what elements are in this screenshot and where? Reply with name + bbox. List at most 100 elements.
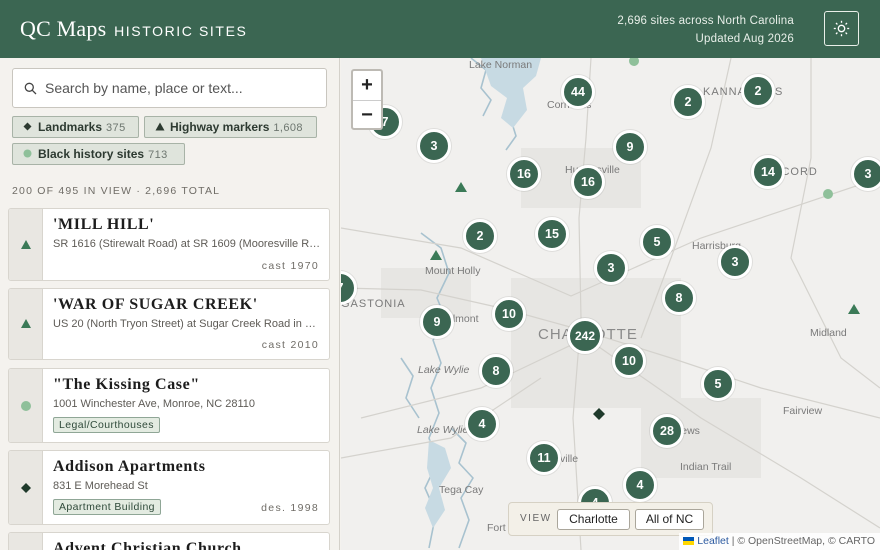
sun-icon [833,20,850,37]
map-cluster[interactable]: 2 [463,219,497,253]
leaflet-link[interactable]: Leaflet [697,535,729,547]
zoom-out-button[interactable]: − [353,100,381,129]
filter-label: Highway markers [170,120,270,134]
map-cluster[interactable]: 28 [650,414,684,448]
zoom-in-button[interactable]: + [353,71,381,100]
map-cluster[interactable]: 11 [527,441,561,475]
view-all-nc-button[interactable]: All of NC [635,509,704,530]
site-card[interactable]: 'WAR OF SUGAR CREEK' US 20 (North Tryon … [8,288,330,360]
search-box[interactable] [12,68,327,108]
site-date: des. 1998 [261,502,319,514]
site-stats: 2,696 sites across North Carolina Update… [617,12,794,48]
place-label: Mount Holly [425,265,481,277]
map-cluster[interactable]: 10 [612,344,646,378]
filter-label: Landmarks [38,120,103,134]
site-date: cast 2010 [261,339,319,351]
map-cluster[interactable]: 16 [507,157,541,191]
place-label: Lake Wylie [418,364,470,376]
map-cluster[interactable]: 10 [492,297,526,331]
map-cluster[interactable]: 3 [594,251,628,285]
map-cluster[interactable]: 9 [613,130,647,164]
site-address: US 20 (North Tryon Street) at Sugar Cree… [53,318,321,330]
map-cluster[interactable]: 2 [671,85,705,119]
logo-subtitle: HISTORIC SITES [114,23,248,39]
diamond-icon [21,482,31,493]
site-title: Advent Christian Church [53,540,242,550]
site-title: "The Kissing Case" [53,376,200,393]
circle-icon [21,400,31,411]
map-cluster[interactable]: 242 [567,318,603,354]
site-type-strip [9,533,43,550]
search-icon [24,82,37,95]
site-address: 1001 Winchester Ave, Monroe, NC 28110 [53,398,255,410]
site-card[interactable]: Advent Christian Church [8,532,330,550]
map-cluster[interactable]: 5 [640,225,674,259]
view-label: VIEW [520,513,552,524]
site-address: SR 1616 (Stirewalt Road) at SR 1609 (Moo… [53,238,321,250]
circle-icon [23,149,32,158]
map-cluster[interactable]: 2 [741,74,775,108]
site-count-text: 2,696 sites across North Carolina [617,15,794,27]
place-label: Midland [810,327,847,339]
filter-landmarks[interactable]: Landmarks 375 [12,116,139,138]
map-cluster[interactable]: 15 [535,217,569,251]
filter-count: 713 [148,149,168,161]
map-cluster[interactable]: 3 [417,129,451,163]
map-cluster[interactable]: 16 [571,165,605,199]
map-panel[interactable]: Lake Norman Cornelius Huntersville KANNA… [341,58,880,550]
sidebar: Landmarks375 Highway markers1,608 Black … [0,58,340,550]
map-cluster[interactable]: 4 [623,468,657,502]
site-address: 831 E Morehead St [53,480,148,492]
diamond-icon [23,122,32,131]
site-type-strip [9,209,43,280]
site-type-strip [9,369,43,442]
site-card[interactable]: "The Kissing Case" 1001 Winchester Ave, … [8,368,330,443]
flag-icon [683,537,695,545]
zoom-control: + − [351,69,383,130]
triangle-icon [21,239,31,249]
logo-title: QC Maps [20,16,107,41]
site-card[interactable]: Addison Apartments 831 E Morehead St Apa… [8,450,330,525]
filter-count: 375 [106,122,126,134]
app-header: QC Maps HISTORIC SITES 2,696 sites acros… [0,0,880,58]
site-category-tag: Legal/Courthouses [53,417,160,433]
search-input[interactable] [45,69,315,107]
view-switcher: VIEW Charlotte All of NC [508,502,713,536]
map-cluster[interactable]: 44 [561,75,595,109]
site-card[interactable]: 'MILL HILL' SR 1616 (Stirewalt Road) at … [8,208,330,281]
map-cluster[interactable]: 8 [662,281,696,315]
place-label: Lake Norman [469,59,533,71]
view-charlotte-button[interactable]: Charlotte [557,509,630,530]
theme-toggle-button[interactable] [824,11,859,46]
site-title: Addison Apartments [53,458,206,475]
map-cluster[interactable]: 3 [851,157,880,191]
site-date: cast 1970 [261,260,319,272]
site-type-strip [9,289,43,359]
map-attribution: Leaflet | © OpenStreetMap, © CARTO [679,533,880,550]
triangle-icon [155,122,165,131]
filter-black-history-sites[interactable]: Black history sites 713 [12,143,185,165]
filter-label: Black history sites [38,147,145,161]
site-category-tag: Apartment Building [53,499,161,515]
map-cluster[interactable]: 3 [718,245,752,279]
place-label: Fairview [783,405,823,417]
result-count: 200 OF 495 IN VIEW · 2,696 TOTAL [12,185,221,197]
triangle-icon [21,319,31,328]
map-cluster[interactable]: 4 [465,407,499,441]
map-basemap [341,58,880,550]
place-label: Indian Trail [680,461,732,473]
place-label: Tega Cay [439,484,484,496]
filter-highway-markers[interactable]: Highway markers 1,608 [144,116,317,138]
app-logo[interactable]: QC Maps HISTORIC SITES [20,16,247,42]
attribution-text: | © OpenStreetMap, © CARTO [728,535,875,547]
site-title: 'WAR OF SUGAR CREEK' [53,296,258,313]
filter-count: 1,608 [273,122,303,134]
map-cluster[interactable]: 8 [479,354,513,388]
site-type-strip [9,451,43,524]
site-title: 'MILL HILL' [53,216,155,233]
map-cluster[interactable]: 14 [751,155,785,189]
place-label: Lake Wylie [417,424,469,436]
map-cluster[interactable]: 9 [420,305,454,339]
updated-text: Updated Aug 2026 [695,33,794,45]
map-cluster[interactable]: 5 [701,367,735,401]
